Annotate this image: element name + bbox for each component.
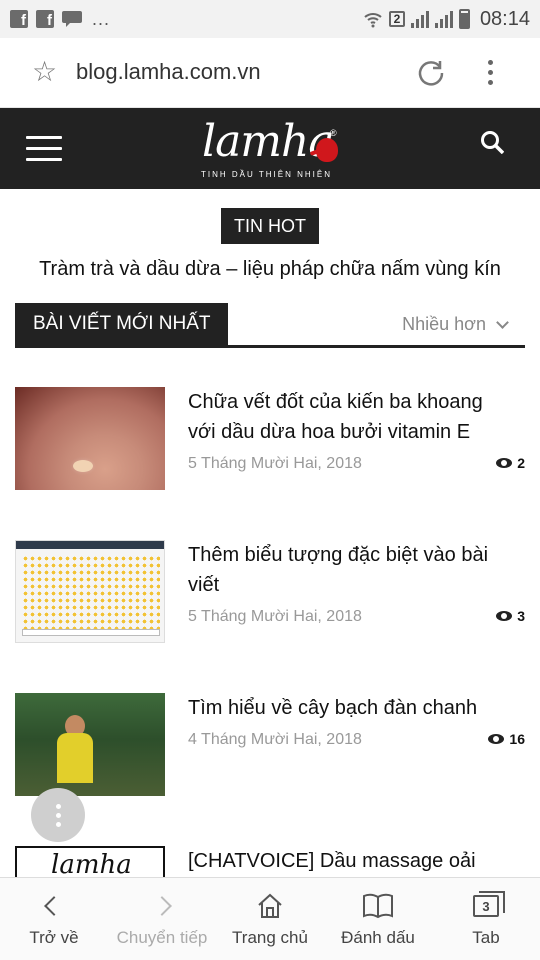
site-header: lamha ® TINH DẦU THIÊN NHIÊN: [0, 108, 540, 189]
facebook-icon: f: [10, 10, 28, 28]
bookmarks-label: Đánh dấu: [341, 928, 415, 947]
more-label: Nhiều hơn: [402, 314, 486, 334]
forward-button[interactable]: Chuyển tiếp: [108, 878, 216, 960]
article-thumbnail[interactable]: lamha: [15, 846, 165, 877]
article-thumbnail[interactable]: [15, 693, 165, 796]
view-count-value: 2: [517, 455, 525, 471]
home-label: Trang chủ: [232, 928, 308, 947]
article-title[interactable]: Thêm biểu tượng đặc biệt vào bài viết: [188, 540, 508, 600]
browser-menu-button[interactable]: [488, 60, 493, 85]
battery-icon: [458, 9, 470, 29]
logo-text: lamha: [202, 116, 335, 167]
menu-hamburger-icon[interactable]: [26, 136, 62, 161]
home-icon: [258, 893, 282, 918]
section-header: BÀI VIẾT MỚI NHẤT Nhiều hơn: [15, 303, 525, 348]
back-arrow-icon: [44, 896, 64, 916]
chevron-down-icon: [496, 315, 509, 329]
thumbnail-logo-text: lamha: [51, 850, 132, 877]
floating-more-button[interactable]: [31, 788, 85, 842]
article-item[interactable]: Tìm hiểu về cây bạch đàn chanh 4 Tháng M…: [15, 693, 525, 803]
article-thumbnail[interactable]: [15, 387, 165, 490]
eye-icon: [496, 611, 513, 621]
site-logo[interactable]: lamha ® TINH DẦU THIÊN NHIÊN: [198, 116, 348, 186]
logo-flower-icon: [316, 138, 338, 162]
article-title[interactable]: Tìm hiểu về cây bạch đàn chanh: [188, 693, 508, 723]
reload-icon[interactable]: [416, 58, 446, 88]
tin-hot-badge: TIN HOT: [221, 208, 319, 244]
facebook-icon: f: [36, 10, 54, 28]
view-count: 3: [496, 608, 525, 624]
logo-registered-mark: ®: [330, 128, 337, 138]
tabs-button[interactable]: 3 Tab: [432, 878, 540, 960]
sim-badge: 2: [388, 11, 405, 27]
clock: 08:14: [479, 7, 530, 30]
view-count: 16: [488, 731, 525, 747]
tin-hot-headline[interactable]: Tràm trà và dầu dừa – liệu pháp chữa nấm…: [0, 258, 540, 281]
bookmark-star-icon[interactable]: ☆: [32, 58, 57, 86]
browser-bottom-bar: Trở về Chuyển tiếp Trang chủ Đánh dấu 3 …: [0, 877, 540, 960]
eye-icon: [496, 458, 513, 468]
message-icon: [62, 11, 82, 27]
book-icon: [363, 893, 393, 919]
url-field[interactable]: blog.lamha.com.vn: [76, 59, 261, 85]
overflow-indicator: ...: [92, 8, 111, 29]
tabs-icon: 3: [473, 891, 505, 917]
eye-icon: [488, 734, 505, 744]
home-button[interactable]: Trang chủ: [216, 878, 324, 960]
section-title: BÀI VIẾT MỚI NHẤT: [15, 303, 229, 345]
view-count-value: 16: [509, 731, 525, 747]
article-date: 4 Tháng Mười Hai, 2018: [188, 731, 362, 748]
article-item[interactable]: Thêm biểu tượng đặc biệt vào bài viết 5 …: [15, 540, 525, 650]
forward-arrow-icon: [152, 896, 172, 916]
logo-tagline: TINH DẦU THIÊN NHIÊN: [201, 170, 332, 179]
article-date: 5 Tháng Mười Hai, 2018: [188, 455, 362, 472]
back-label: Trở về: [29, 928, 79, 947]
more-dropdown[interactable]: Nhiều hơn: [402, 314, 509, 335]
forward-label: Chuyển tiếp: [116, 928, 208, 947]
signal-icon: [410, 10, 429, 28]
article-title[interactable]: [CHATVOICE] Dầu massage oải: [188, 846, 508, 876]
wifi-icon: [364, 13, 382, 28]
article-date: 5 Tháng Mười Hai, 2018: [188, 608, 362, 625]
view-count-value: 3: [517, 608, 525, 624]
article-item[interactable]: Chữa vết đốt của kiến ba khoang với dầu …: [15, 387, 525, 497]
address-bar: ☆ blog.lamha.com.vn: [0, 38, 540, 108]
tabs-label: Tab: [472, 928, 500, 947]
back-button[interactable]: Trở về: [0, 878, 108, 960]
bookmarks-button[interactable]: Đánh dấu: [324, 878, 432, 960]
article-thumbnail[interactable]: [15, 540, 165, 643]
signal-icon: [434, 10, 453, 28]
status-bar: f f ... 2 08:14: [0, 0, 540, 38]
search-icon[interactable]: [480, 130, 504, 154]
view-count: 2: [496, 455, 525, 471]
article-item[interactable]: lamha [CHATVOICE] Dầu massage oải: [15, 846, 525, 877]
article-title[interactable]: Chữa vết đốt của kiến ba khoang với dầu …: [188, 387, 508, 447]
